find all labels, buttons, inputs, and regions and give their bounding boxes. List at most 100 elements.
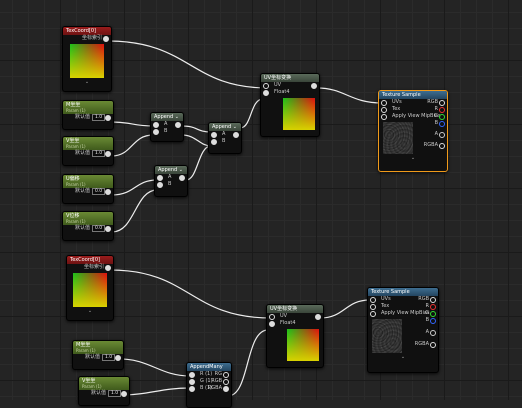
pin-label: Apply View MipBias: [381, 310, 430, 316]
node-title: TexCoord[0]: [67, 256, 113, 264]
node-subtitle: Param (1): [66, 219, 86, 224]
output-label: RGBA: [423, 142, 438, 148]
chevron-down-icon[interactable]: ⌄: [379, 156, 447, 161]
node-title: AppendMany: [187, 363, 231, 371]
output-pin-a[interactable]: [430, 330, 436, 336]
append-node[interactable]: Append ⌄ A B: [154, 165, 188, 197]
node-subtitle: Param (1): [82, 384, 102, 389]
node-title: UV坐标变换: [261, 74, 319, 82]
output-label: A: [434, 131, 438, 137]
node-subtitle: Param (1): [66, 182, 86, 187]
wire: [181, 134, 212, 147]
texture-sample-node[interactable]: Texture Sample UVs RGB Tex R Apply View Mi…: [367, 287, 439, 373]
output-label: 坐标索引: [83, 264, 104, 270]
wire: [111, 121, 154, 127]
preview-swatch: [283, 98, 315, 130]
output-label: RGB: [427, 99, 438, 105]
texcoord-node[interactable]: TexCoord[0] 坐标索引 ⌄: [66, 255, 114, 321]
output-label: R: [425, 303, 429, 309]
default-value-label: 默认值: [75, 114, 91, 120]
param-node[interactable]: V位移 Param (1) 默认值 0.0: [62, 211, 114, 241]
append-node[interactable]: Append ⌄ A B: [150, 112, 184, 142]
chevron-down-icon[interactable]: ⌄: [175, 114, 179, 120]
chevron-down-icon[interactable]: ⌄: [233, 124, 237, 130]
default-value-field[interactable]: 1.0: [102, 354, 116, 361]
default-value-field[interactable]: 1.0: [108, 390, 122, 397]
node-title: UV坐标变换: [267, 305, 323, 313]
output-pin-a[interactable]: [439, 132, 445, 138]
output-pin[interactable]: [103, 36, 109, 42]
output-pin-b[interactable]: [430, 318, 436, 324]
wire: [319, 299, 371, 319]
output-pin[interactable]: [105, 226, 111, 232]
default-value-label: 默认值: [75, 225, 91, 231]
default-value-field[interactable]: 0.0: [92, 225, 106, 232]
node-subtitle: Param (1): [76, 348, 96, 353]
default-value-label: 默认值: [75, 188, 91, 194]
output-pin[interactable]: [105, 265, 111, 271]
uv-transform-node[interactable]: UV坐标变换 UV Float4: [260, 73, 320, 137]
default-value-field[interactable]: 1.0: [92, 150, 106, 157]
input-pin-b[interactable]: [153, 129, 159, 135]
input-pin-float4[interactable]: [263, 90, 269, 96]
output-pin-rgba[interactable]: [223, 386, 229, 392]
node-title: Append: [158, 167, 178, 173]
wire: [181, 125, 212, 133]
input-pin-b[interactable]: [189, 386, 195, 392]
input-pin-b[interactable]: [211, 139, 217, 145]
wire: [119, 387, 191, 396]
output-label: RGB: [418, 296, 429, 302]
preview-swatch: [287, 329, 319, 361]
chevron-down-icon[interactable]: ⌄: [179, 167, 183, 173]
wire: [107, 40, 269, 89]
default-value-label: 默认值: [91, 390, 107, 396]
input-pin-b[interactable]: [157, 182, 163, 188]
output-label: 坐标索引: [81, 35, 102, 41]
output-label: RG: [214, 371, 222, 377]
output-pin[interactable]: [121, 391, 127, 397]
output-pin-rgba[interactable]: [430, 342, 436, 348]
wire: [316, 87, 383, 104]
chevron-down-icon[interactable]: ⌄: [368, 355, 438, 360]
preview-swatch: [70, 44, 104, 78]
param-node[interactable]: M坐坐 Param (1) 默认值 1.0: [72, 340, 124, 370]
param-node[interactable]: V坐坐 Param (1) 默认值 1.0: [62, 136, 114, 166]
param-node[interactable]: M坐坐 Param (1) 默认值 1.0: [62, 100, 114, 130]
append-node[interactable]: Append ⌄ A B: [208, 122, 242, 154]
output-label: G: [434, 113, 438, 119]
chevron-down-icon[interactable]: ⌄: [63, 80, 111, 85]
output-pin-rgba[interactable]: [439, 143, 445, 149]
uv-transform-node[interactable]: UV坐标变换 UV Float4: [266, 304, 324, 368]
texcoord-node[interactable]: TexCoord[0] 坐标索引 ⌄: [62, 26, 112, 92]
output-label: R: [434, 106, 438, 112]
output-pin[interactable]: [105, 115, 111, 121]
output-label: B: [434, 120, 438, 126]
texture-sample-node[interactable]: Texture Sample UVs RGB Tex R Apply View Mi…: [378, 90, 448, 172]
append-many-node[interactable]: AppendMany R (1) RG G (1) RGB B (1) RGBA: [186, 362, 232, 408]
output-label: RGBA: [414, 341, 429, 347]
output-pin[interactable]: [115, 355, 121, 361]
output-label: B: [425, 317, 429, 323]
output-label: RGB: [211, 378, 222, 384]
output-pin[interactable]: [105, 151, 111, 157]
node-subtitle: Param (1): [66, 144, 86, 149]
wire: [111, 134, 154, 157]
output-label: RGBA: [207, 385, 222, 391]
pin-label: Apply View MipBias: [392, 113, 441, 119]
chevron-down-icon[interactable]: ⌄: [67, 309, 113, 314]
node-title: Texture Sample: [368, 288, 438, 296]
output-pin-b[interactable]: [439, 121, 445, 127]
default-value-field[interactable]: 1.0: [92, 114, 106, 121]
wire: [227, 329, 269, 397]
node-title: Append: [154, 114, 174, 120]
default-value-field[interactable]: 0.0: [92, 188, 106, 195]
param-node[interactable]: V坐坐 Param (1) 默认值 1.0: [78, 376, 130, 406]
node-subtitle: Param (1): [66, 108, 86, 113]
node-title: TexCoord[0]: [63, 27, 111, 35]
node-title: Texture Sample: [379, 91, 447, 99]
output-pin[interactable]: [105, 189, 111, 195]
input-pin-float4[interactable]: [269, 321, 275, 327]
param-node[interactable]: U偏移 Param (1) 默认值 0.0: [62, 174, 114, 204]
output-label: A: [425, 329, 429, 335]
default-value-label: 默认值: [85, 354, 101, 360]
